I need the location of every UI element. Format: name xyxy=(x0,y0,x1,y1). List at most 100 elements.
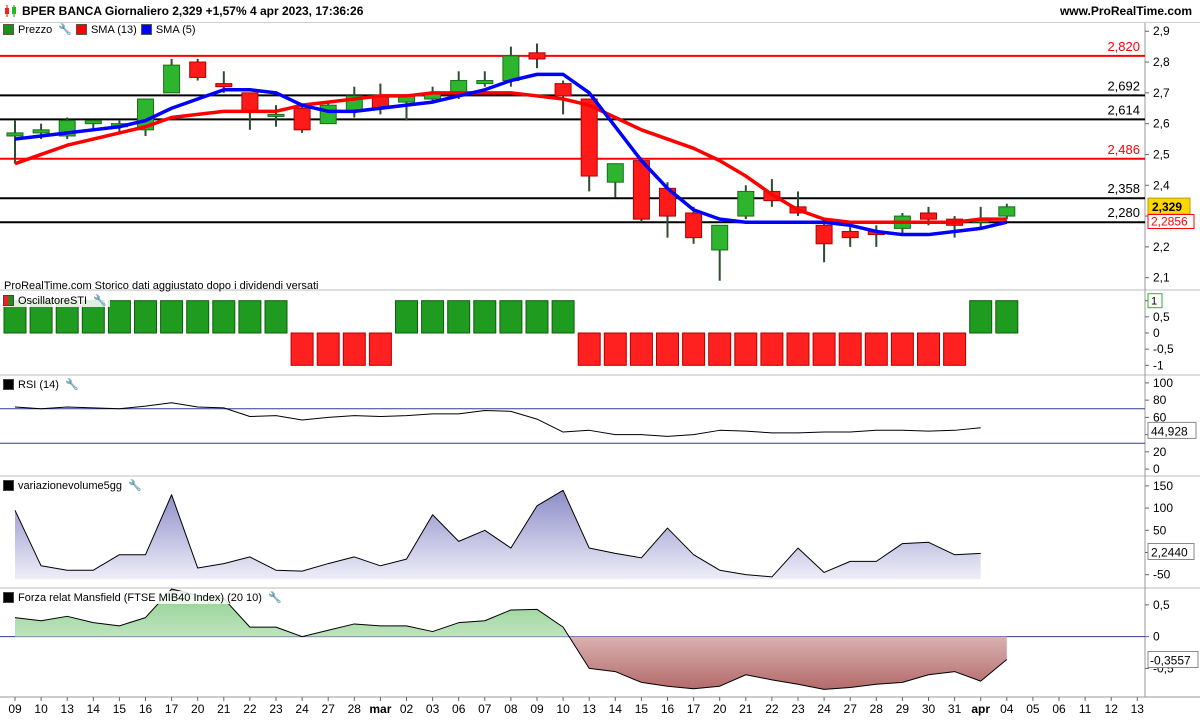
sti-bar xyxy=(656,332,679,366)
level-label: 2,692 xyxy=(1107,78,1140,93)
sti-axis-tick-label: -0,5 xyxy=(1153,342,1174,356)
sti-last-label: 1 xyxy=(1151,296,1157,308)
candle-body xyxy=(580,98,598,177)
rsi-axis-tick-label: 20 xyxy=(1153,445,1167,459)
candle xyxy=(424,86,442,103)
candle-body xyxy=(659,187,676,217)
candle-body xyxy=(815,224,833,245)
candle xyxy=(920,206,937,226)
sti-axis-tick-label: 1 xyxy=(1153,294,1160,308)
sti-bar xyxy=(838,332,862,366)
x-tick-label: 05 xyxy=(1026,702,1040,716)
candle-body xyxy=(867,230,885,236)
wrench-icon[interactable]: 🔧 xyxy=(128,479,142,492)
sti-bar xyxy=(812,332,836,366)
x-tick-label: 21 xyxy=(739,702,753,716)
candle-body xyxy=(371,95,389,109)
x-tick-label: 24 xyxy=(295,702,309,716)
candle xyxy=(58,117,76,140)
candle-body xyxy=(502,55,520,82)
vol-swatch-icon xyxy=(3,480,14,491)
sti-bar xyxy=(786,332,810,366)
rsi-axis-tick-label: 40 xyxy=(1153,428,1167,442)
mansfield-negative-area xyxy=(569,636,1007,690)
price-axis-tick-label: 2,1 xyxy=(1153,271,1170,285)
x-tick-label: 03 xyxy=(426,702,440,716)
sti-bar xyxy=(603,332,627,366)
candle-body xyxy=(215,83,233,88)
candle xyxy=(632,157,650,223)
sti-bar xyxy=(525,300,549,334)
price-legend: Prezzo 🔧 SMA (13) SMA (5) xyxy=(3,23,196,36)
level-label: 2,486 xyxy=(1107,142,1140,157)
price-axis-tick-label: 2,8 xyxy=(1153,55,1170,69)
candle xyxy=(946,216,964,238)
last-price-label: 2,329 xyxy=(1152,200,1182,214)
mansfield-panel-label: Forza relat Mansfield (FTSE MIB40 Index)… xyxy=(3,591,285,604)
candle-body xyxy=(528,52,546,60)
chart-canvas[interactable]: 2,9 2,8 2,7 2,6 2,5 2,4 2,3 2,2 2,1 2,820 2,692 2,6… xyxy=(0,0,1200,720)
sti-swatch-icon xyxy=(3,295,14,306)
wrench-icon[interactable]: 🔧 xyxy=(65,378,79,391)
candle xyxy=(659,182,676,238)
wrench-icon[interactable]: 🔧 xyxy=(58,23,72,36)
candle xyxy=(110,120,128,133)
sti-bar xyxy=(577,332,601,366)
x-tick-label: 17 xyxy=(165,702,179,716)
candle-body xyxy=(58,120,76,137)
candle xyxy=(711,224,729,281)
rsi-last-box xyxy=(1147,421,1197,439)
candle-body xyxy=(345,95,363,112)
x-tick-label: 30 xyxy=(922,702,936,716)
vol-label: variazionevolume5gg xyxy=(18,479,122,492)
x-tick-label: 06 xyxy=(1052,702,1066,716)
vol-area xyxy=(15,490,981,580)
vol-axis-tick-label: 50 xyxy=(1153,523,1167,537)
candle-body xyxy=(398,95,415,103)
rsi-line xyxy=(14,402,981,437)
sti-panel-label: OscillatoreSTI 🔧 xyxy=(3,294,110,307)
candle-body xyxy=(424,92,442,100)
candle-body xyxy=(84,120,102,125)
sti-bar xyxy=(290,332,314,366)
sti-bar xyxy=(708,332,732,366)
candle xyxy=(606,163,624,198)
legend-prezzo: Prezzo xyxy=(18,23,53,36)
x-tick-label: 10 xyxy=(34,702,48,716)
vol-line xyxy=(14,489,981,578)
mansfield-last-box xyxy=(1147,651,1199,669)
candle xyxy=(163,58,181,94)
price-axis-tick-label: 2,3 xyxy=(1153,209,1170,223)
legend-sma5: SMA (5) xyxy=(155,23,196,36)
sti-axis-tick-label: 0 xyxy=(1153,326,1160,340)
x-tick-label: 10 xyxy=(556,702,570,716)
candle xyxy=(32,123,50,140)
x-tick-label: 15 xyxy=(113,702,127,716)
candle-body xyxy=(946,218,964,226)
x-tick-label: apr xyxy=(971,702,990,716)
sti-label: OscillatoreSTI xyxy=(18,294,88,307)
candle-body xyxy=(163,64,181,94)
rsi-axis-tick-label: 100 xyxy=(1153,376,1173,390)
candle-body xyxy=(685,212,703,239)
sti-bar xyxy=(107,300,131,334)
wrench-icon[interactable]: 🔧 xyxy=(268,591,282,604)
candle xyxy=(293,105,311,133)
x-tick-label: 02 xyxy=(400,702,414,716)
sti-bar xyxy=(734,332,758,366)
sti-bar xyxy=(629,332,653,366)
candle-body xyxy=(554,83,572,97)
candle xyxy=(815,222,833,263)
x-tick-label: 23 xyxy=(269,702,283,716)
rsi-panel-label: RSI (14) 🔧 xyxy=(3,378,82,391)
price-axis-tick-label: 2,2 xyxy=(1153,240,1170,254)
vol-last-box xyxy=(1147,543,1195,561)
sti-bar xyxy=(917,332,940,366)
sti-bar xyxy=(342,332,366,366)
sti-bar xyxy=(368,332,392,366)
last-price-box xyxy=(1147,197,1191,215)
site-link[interactable]: www.ProRealTime.com xyxy=(1060,4,1192,18)
mansfield-axis-tick-label: 0 xyxy=(1153,630,1160,644)
wrench-icon[interactable]: 🔧 xyxy=(93,294,107,307)
sti-bar xyxy=(395,300,418,334)
